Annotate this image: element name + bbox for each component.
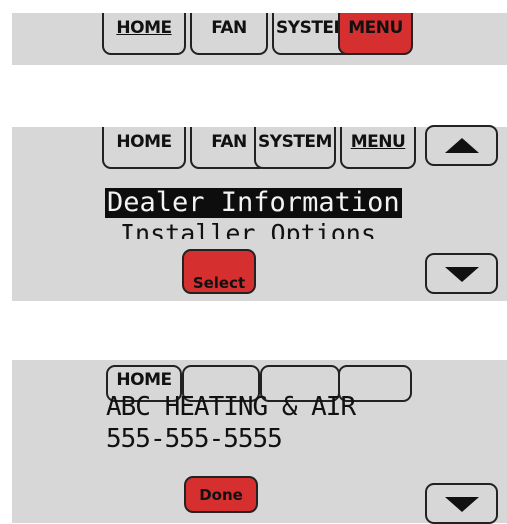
- triangle-up-icon: [445, 138, 479, 153]
- fan-tab[interactable]: FAN: [190, 13, 268, 55]
- thermostat-screen-dealer-info: HOME ABC HEATING & AIR 555-555-5555 Done: [12, 360, 507, 524]
- scroll-up-button[interactable]: [425, 125, 498, 166]
- triangle-down-icon: [445, 267, 479, 282]
- dealer-name: ABC HEATING & AIR: [106, 392, 356, 422]
- home-tab[interactable]: HOME: [102, 127, 186, 169]
- scroll-down-button[interactable]: [425, 253, 498, 294]
- dealer-phone: 555-555-5555: [106, 424, 283, 454]
- scroll-down-button[interactable]: [425, 483, 498, 524]
- thermostat-screen-menu: HOME FAN SYSTEM MENU Dealer Information …: [12, 125, 507, 301]
- menu-item-dealer-information[interactable]: Dealer Information: [105, 188, 402, 218]
- menu-item-installer-options[interactable]: Installer Options: [105, 222, 425, 239]
- menu-tab[interactable]: MENU: [340, 127, 416, 169]
- menu-tab-active[interactable]: MENU: [338, 13, 413, 55]
- system-tab[interactable]: SYSTEM: [254, 127, 336, 169]
- triangle-down-icon: [445, 497, 479, 512]
- home-tab[interactable]: HOME: [102, 13, 186, 55]
- select-button[interactable]: Select: [182, 249, 256, 294]
- thermostat-screen-home: HOME FAN SYSTEM MENU: [12, 13, 507, 65]
- done-button[interactable]: Done: [184, 476, 258, 513]
